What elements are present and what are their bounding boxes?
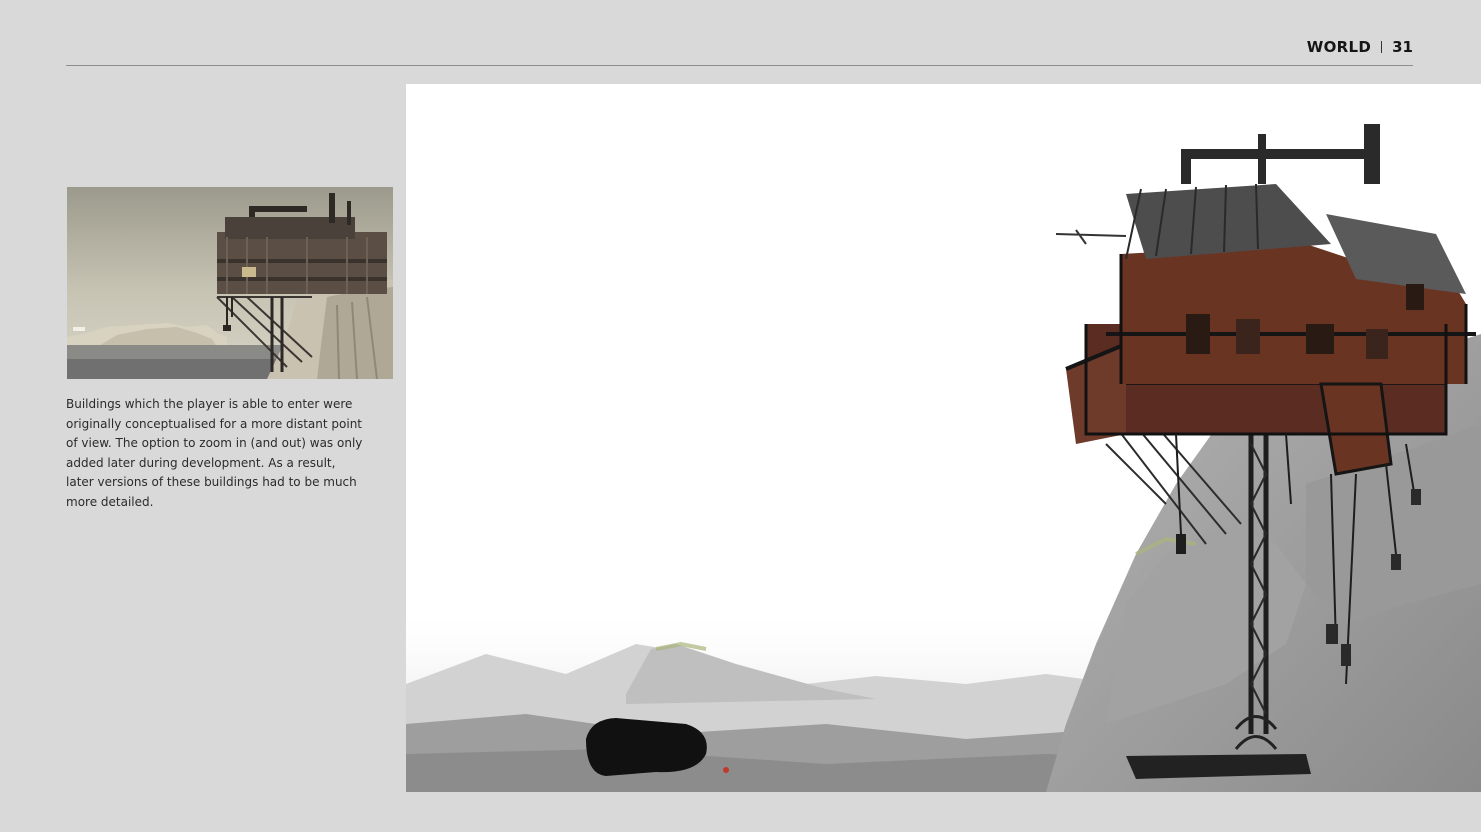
section-title: WORLD xyxy=(1306,38,1372,56)
page-number: 31 xyxy=(1392,38,1413,56)
figure-caption: Buildings which the player is able to en… xyxy=(66,397,363,509)
header-separator xyxy=(1381,41,1383,53)
ingame-screenshot-image xyxy=(67,187,393,379)
page-header: WORLD 31 xyxy=(1307,38,1413,56)
header-rule xyxy=(66,65,1413,66)
concept-art-image xyxy=(406,84,1481,792)
